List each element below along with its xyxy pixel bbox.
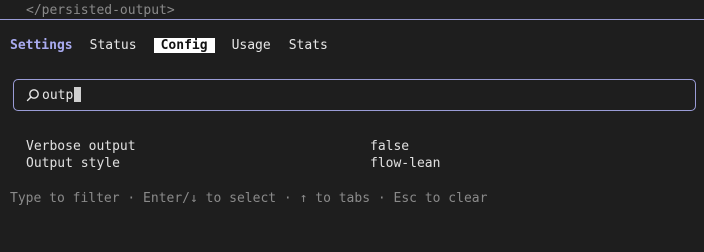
result-label: Output style: [26, 156, 120, 171]
settings-title: Settings: [10, 38, 73, 53]
keyboard-hint: Type to filter · Enter/↓ to select · ↑ t…: [10, 191, 488, 206]
tab-status[interactable]: Status: [89, 38, 138, 53]
tab-config[interactable]: Config: [153, 38, 215, 53]
result-value: flow-lean: [370, 156, 441, 171]
result-label: Verbose output: [26, 139, 136, 154]
search-query: outp: [42, 88, 74, 103]
results-list: Verbose output false Output style flow-l…: [26, 139, 686, 173]
result-row-output-style[interactable]: Output style flow-lean: [26, 156, 686, 173]
result-value: false: [370, 139, 410, 154]
settings-tab-bar: Settings Status Config Usage Stats: [10, 37, 345, 54]
separator-line: [0, 19, 704, 20]
text-cursor: [74, 87, 82, 102]
search-icon: [26, 89, 39, 102]
tab-usage[interactable]: Usage: [231, 38, 272, 53]
tab-stats[interactable]: Stats: [288, 38, 329, 53]
search-input[interactable]: outp: [13, 79, 696, 111]
terminal-window: </persisted-output> Settings Status Conf…: [0, 0, 704, 252]
previous-output-line: </persisted-output>: [26, 3, 175, 18]
search-input-text: outp: [42, 87, 82, 103]
result-row-verbose-output[interactable]: Verbose output false: [26, 139, 686, 156]
